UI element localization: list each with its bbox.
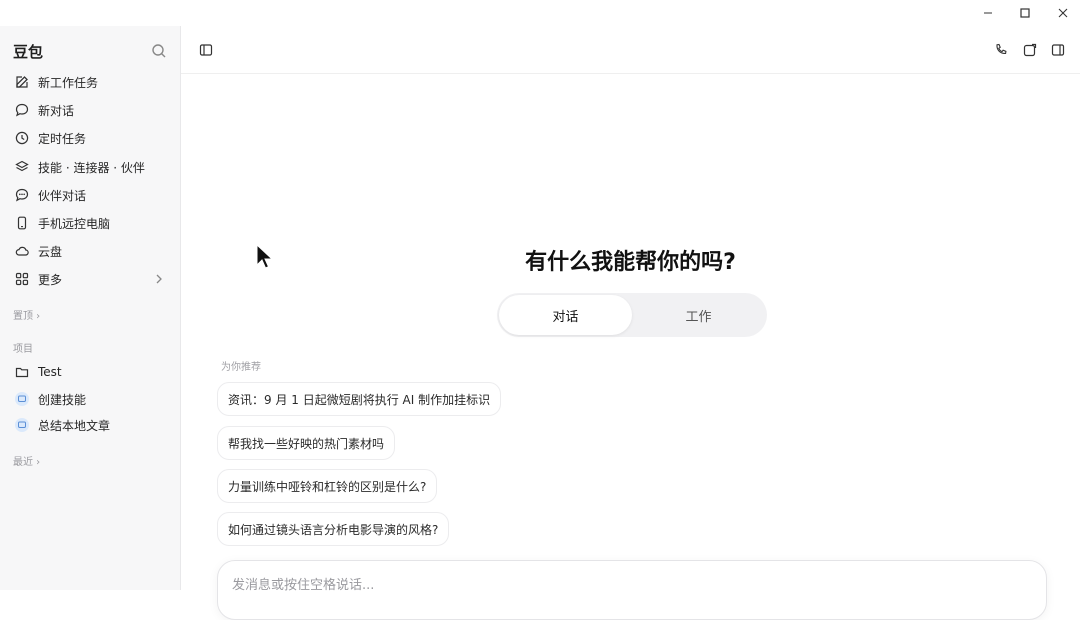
sidebar-item-label: 更多: [38, 272, 63, 287]
project-label: 总结本地文章: [38, 418, 111, 433]
project-label: 创建技能: [38, 392, 87, 407]
brand-title: 豆包: [13, 43, 44, 61]
edit-icon: [14, 74, 30, 90]
project-avatar-icon: [14, 391, 30, 407]
clock-icon: [14, 130, 30, 146]
project-item-summarize-articles[interactable]: 总结本地文章: [8, 412, 173, 438]
suggestion-chip[interactable]: 资讯：9 月 1 日起微短剧将执行 AI 制作加挂标识: [217, 382, 502, 416]
layers-icon: [14, 159, 30, 175]
main-panel: 有什么我能帮你的吗? 对话 工作 为你推荐 资讯：9 月 1 日起微短剧将执行 …: [181, 26, 1080, 620]
section-pinned[interactable]: 置顶 ›: [13, 307, 40, 322]
sidebar-item-label: 新工作任务: [38, 75, 99, 90]
sidebar-item-remote-control[interactable]: 手机远控电脑: [8, 210, 173, 236]
sidebar-item-partner-chat[interactable]: 伙伴对话: [8, 182, 173, 208]
section-projects: 项目: [13, 344, 33, 355]
phone-call-icon[interactable]: [993, 42, 1009, 58]
suggestion-chip[interactable]: 力量训练中哑铃和杠铃的区别是什么?: [217, 469, 438, 503]
sidebar-item-label: 伙伴对话: [38, 188, 87, 203]
project-item-test[interactable]: Test: [8, 359, 173, 385]
suggestion-chip[interactable]: 如何通过镜头语言分析电影导演的风格?: [217, 512, 450, 546]
project-label: Test: [38, 365, 62, 379]
folder-icon: [14, 364, 30, 380]
message-input[interactable]: [232, 575, 1012, 595]
sidebar-item-label: 技能 · 连接器 · 伙伴: [38, 160, 145, 175]
mouse-cursor-icon: [256, 243, 274, 270]
minimize-icon[interactable]: [977, 3, 999, 23]
cloud-icon: [14, 243, 30, 259]
project-item-create-skill[interactable]: 创建技能: [8, 386, 173, 412]
window-titlebar: [0, 0, 1080, 26]
chat-dots-icon: [14, 187, 30, 203]
tab-work[interactable]: 工作: [632, 295, 765, 335]
project-avatar-icon: [14, 417, 30, 433]
message-composer: [217, 560, 1047, 620]
sidebar-item-skills[interactable]: 技能 · 连接器 · 伙伴: [8, 154, 173, 180]
recommend-label: 为你推荐: [221, 362, 261, 373]
maximize-icon[interactable]: [1014, 3, 1036, 23]
sidebar-item-label: 新对话: [38, 103, 75, 118]
suggestion-chip[interactable]: 帮我找一些好映的热门素材吗: [217, 426, 396, 460]
new-window-icon[interactable]: [1022, 42, 1038, 58]
phone-icon: [14, 215, 30, 231]
mode-tabs: 对话 工作: [497, 293, 767, 337]
chevron-right-icon: [153, 273, 165, 285]
tab-chat[interactable]: 对话: [499, 295, 632, 335]
sidebar-item-new-chat[interactable]: 新对话: [8, 97, 173, 123]
chat-bubble-icon: [14, 102, 30, 118]
toggle-sidebar-icon[interactable]: [198, 42, 214, 58]
close-icon[interactable]: [1052, 3, 1074, 23]
sidebar-item-more[interactable]: 更多: [8, 266, 173, 292]
sidebar-item-new-work-task[interactable]: 新工作任务: [8, 69, 173, 95]
sidebar-item-label: 云盘: [38, 244, 63, 259]
search-icon[interactable]: [151, 43, 167, 59]
hero-title: 有什么我能帮你的吗?: [525, 250, 736, 275]
sidebar-item-cloud-drive[interactable]: 云盘: [8, 238, 173, 264]
grid-icon: [14, 271, 30, 287]
sidebar-item-label: 定时任务: [38, 131, 87, 146]
sidebar-item-scheduled-tasks[interactable]: 定时任务: [8, 125, 173, 151]
toggle-right-panel-icon[interactable]: [1050, 42, 1066, 58]
sidebar: 豆包 新工作任务 新对话 定时任务 技能 · 连接器 · 伙伴 伙伴对话 手机远…: [0, 26, 181, 590]
section-recent[interactable]: 最近 ›: [13, 453, 40, 468]
top-toolbar: [181, 26, 1080, 74]
sidebar-item-label: 手机远控电脑: [38, 216, 111, 231]
